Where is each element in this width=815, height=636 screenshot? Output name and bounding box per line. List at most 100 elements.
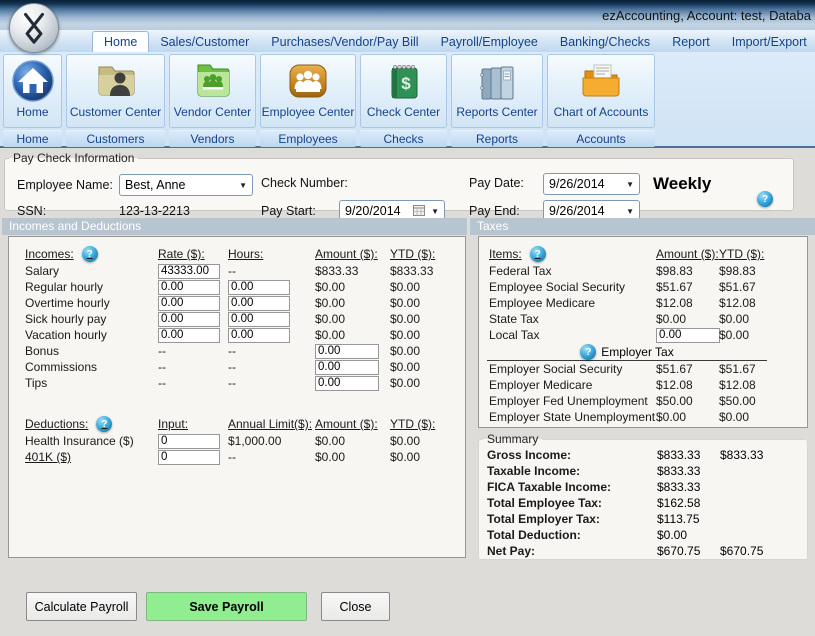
help-globe-icon[interactable]: ? (530, 246, 546, 262)
401k-input[interactable] (158, 450, 220, 465)
amount-column-header: Amount ($): (315, 417, 390, 431)
tab-purchases-vendor-pay-bill[interactable]: Purchases/Vendor/Pay Bill (260, 32, 429, 52)
summary-ytd: $833.33 (720, 448, 807, 462)
regular-hourly-rate-input[interactable] (158, 280, 220, 295)
tab-sales-customer[interactable]: Sales/Customer (149, 32, 260, 52)
income-ytd: $0.00 (390, 296, 465, 310)
ytd-column-header: YTD ($): (719, 247, 807, 261)
employee-name-select[interactable]: Best, Anne ▼ (119, 174, 253, 196)
income-amount: $0.00 (315, 280, 390, 294)
deductions-header-row: Deductions:? Input: Annual Limit($): Amo… (9, 415, 465, 433)
income-row-bonus: Bonus -- -- $0.00 (9, 343, 465, 359)
toolbar-reports-center-button[interactable]: Reports Center (451, 54, 543, 128)
deduction-row-401k: 401K ($) -- $0.00 $0.00 (9, 449, 465, 465)
summary-amount: $113.75 (657, 512, 720, 526)
income-label: Tips (25, 376, 158, 390)
tax-amount: $12.08 (656, 296, 719, 310)
check-number-label: Check Number: (261, 176, 348, 190)
toolbar-employee-center-button[interactable]: Employee Center (260, 54, 356, 128)
vacation-hourly-hours-input[interactable] (228, 328, 290, 343)
taxes-section-header: Taxes (470, 218, 815, 235)
summary-row-total-deduction: Total Deduction: $0.00 (479, 527, 807, 543)
close-button[interactable]: Close (321, 592, 390, 621)
commissions-amount-input[interactable] (315, 360, 379, 375)
toolbar-chart-of-accounts-button[interactable]: Chart of Accounts (547, 54, 655, 128)
summary-amount: $833.33 (657, 464, 720, 478)
help-globe-icon[interactable]: ? (96, 416, 112, 432)
tax-ytd: $50.00 (719, 394, 807, 408)
regular-hourly-hours-input[interactable] (228, 280, 290, 295)
toolbar-customer-center-label: Customer Center (70, 105, 161, 119)
toolbar-chart-of-accounts-label: Chart of Accounts (554, 105, 649, 119)
overtime-hourly-rate-input[interactable] (158, 296, 220, 311)
sick-hourly-rate-input[interactable] (158, 312, 220, 327)
deduction-limit: -- (228, 450, 315, 464)
income-ytd: $0.00 (390, 360, 465, 374)
tab-payroll-employee[interactable]: Payroll/Employee (430, 32, 549, 52)
tax-label: Employer Medicare (489, 378, 656, 392)
tab-report[interactable]: Report (661, 32, 721, 52)
summary-row-gross-income: Gross Income: $833.33 $833.33 (479, 447, 807, 463)
app-logo-button[interactable] (9, 3, 59, 53)
pay-start-value: 9/20/2014 (345, 204, 401, 218)
toolbar-reports-center-label: Reports Center (456, 105, 537, 119)
income-hours: -- (228, 344, 315, 358)
income-row-regular-hourly: Regular hourly $0.00 $0.00 (9, 279, 465, 295)
toolbar-customer-center-button[interactable]: Customer Center (66, 54, 165, 128)
chevron-down-icon: ▼ (431, 207, 439, 216)
ytd-column-header: YTD ($): (390, 417, 465, 431)
salary-rate-input[interactable] (158, 264, 220, 279)
tax-amount: $0.00 (656, 410, 719, 424)
tips-amount-input[interactable] (315, 376, 379, 391)
help-globe-icon[interactable]: ? (82, 246, 98, 262)
deduction-ytd: $0.00 (390, 434, 465, 448)
summary-label: Total Deduction: (487, 528, 657, 542)
calculate-payroll-button[interactable]: Calculate Payroll (26, 592, 137, 621)
employee-center-icon (285, 58, 331, 104)
check-center-icon: $ (381, 58, 427, 104)
ribbon-button-row: Home Customer Center (3, 54, 655, 128)
income-row-vacation-hourly: Vacation hourly $0.00 $0.00 (9, 327, 465, 343)
save-payroll-button[interactable]: Save Payroll (146, 592, 307, 621)
summary-label: Gross Income: (487, 448, 657, 462)
chevron-down-icon: ▼ (626, 180, 634, 189)
income-rate: -- (158, 376, 228, 390)
income-amount: $0.00 (315, 312, 390, 326)
income-row-overtime-hourly: Overtime hourly $0.00 $0.00 (9, 295, 465, 311)
help-globe-icon[interactable]: ? (757, 191, 773, 207)
deduction-limit: $1,000.00 (228, 434, 315, 448)
calendar-icon (413, 204, 425, 219)
paycheck-legend: Pay Check Information (9, 151, 138, 165)
overtime-hourly-hours-input[interactable] (228, 296, 290, 311)
bonus-amount-input[interactable] (315, 344, 379, 359)
reports-center-icon (474, 58, 520, 104)
vacation-hourly-rate-input[interactable] (158, 328, 220, 343)
tax-ytd: $0.00 (719, 328, 807, 342)
summary-amount: $162.58 (657, 496, 720, 510)
amount-column-header: Amount ($): (315, 247, 390, 261)
income-hours: -- (228, 264, 315, 278)
group-label-employees: Employees (260, 130, 356, 147)
income-label: Commissions (25, 360, 158, 374)
tab-import-export[interactable]: Import/Export (721, 32, 815, 52)
home-icon (10, 58, 56, 104)
income-row-tips: Tips -- -- $0.00 (9, 375, 465, 391)
summary-group: Summary Gross Income: $833.33 $833.33 Ta… (478, 432, 808, 560)
toolbar-home-button[interactable]: Home (3, 54, 62, 128)
toolbar-vendor-center-button[interactable]: Vendor Center (169, 54, 256, 128)
chevron-down-icon: ▼ (626, 207, 634, 216)
paycheck-info-group: Pay Check Information Employee Name: Bes… (4, 151, 794, 211)
401k-link[interactable]: 401K ($) (25, 450, 158, 464)
income-label: Overtime hourly (25, 296, 158, 310)
pay-date-select[interactable]: 9/26/2014 ▼ (543, 173, 640, 195)
input-column-header: Input: (158, 417, 228, 431)
sick-hourly-hours-input[interactable] (228, 312, 290, 327)
toolbar-check-center-button[interactable]: $ Check Center (360, 54, 447, 128)
tab-home[interactable]: Home (92, 31, 149, 52)
tax-ytd: $98.83 (719, 264, 807, 278)
local-tax-input[interactable] (656, 328, 720, 343)
help-globe-icon[interactable]: ? (580, 344, 596, 360)
health-insurance-input[interactable] (158, 434, 220, 449)
tab-banking-checks[interactable]: Banking/Checks (549, 32, 661, 52)
taxes-header-row: Items:? Amount ($): YTD ($): (479, 245, 807, 263)
